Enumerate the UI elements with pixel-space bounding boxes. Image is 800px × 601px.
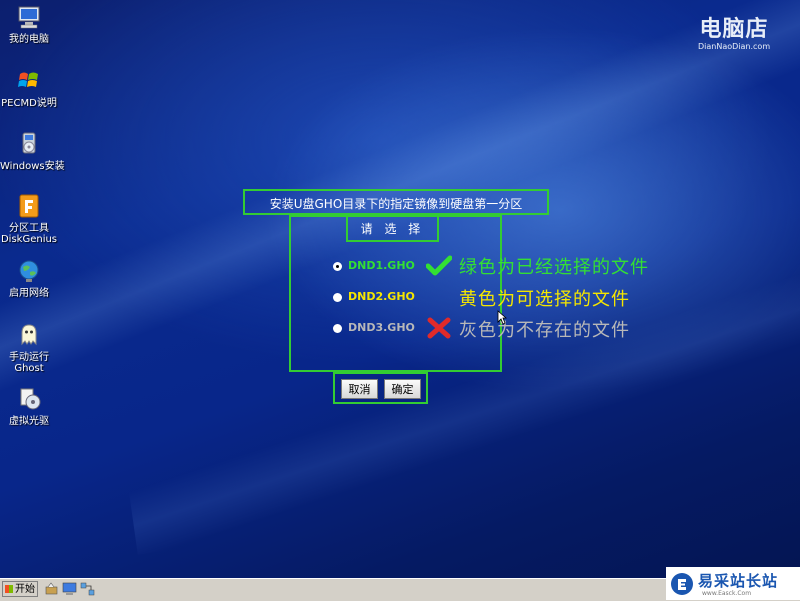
windows-logo-icon bbox=[5, 585, 13, 593]
desktop-icon-windows-install[interactable]: Windows安装 bbox=[0, 131, 65, 172]
quick-launch-computer-icon[interactable] bbox=[62, 582, 77, 596]
radio-selected-icon[interactable] bbox=[333, 261, 342, 271]
ok-button[interactable]: 确定 bbox=[384, 379, 421, 399]
legend-green: 绿色为已经选择的文件 bbox=[459, 257, 649, 278]
diskgenius-icon bbox=[19, 194, 39, 218]
desktop-icon-label: Windows安装 bbox=[0, 161, 65, 172]
desktop-icon-diskgenius[interactable]: 分区工具 DiskGenius bbox=[0, 193, 58, 245]
ghost-icon bbox=[21, 324, 37, 346]
site-watermark: 易采站长站 www.Easck.Com bbox=[666, 567, 800, 600]
cancel-button[interactable]: 取消 bbox=[341, 379, 378, 399]
desktop-icon-pecmd[interactable]: PECMD说明 bbox=[0, 68, 58, 109]
option-dnd2[interactable]: DND2.GHO bbox=[333, 290, 415, 304]
option-label: DND1.GHO bbox=[348, 259, 415, 272]
desktop-icon-my-computer[interactable]: 我的电脑 bbox=[0, 4, 58, 45]
dialog-title: 安装U盘GHO目录下的指定镜像到硬盘第一分区 bbox=[243, 189, 549, 215]
brand-url: DianNaoDian.com bbox=[698, 42, 771, 51]
windows-flag-icon bbox=[18, 72, 38, 87]
select-prompt: 请 选 择 bbox=[346, 215, 439, 242]
desktop-icon-label: 分区工具 bbox=[9, 223, 49, 234]
install-icon bbox=[22, 132, 36, 154]
desktop-icon-label-2: Ghost bbox=[14, 363, 44, 374]
option-dnd1[interactable]: DND1.GHO bbox=[333, 259, 415, 273]
desktop-icon-label-2: DiskGenius bbox=[0, 234, 58, 245]
desktop-icon-enable-network[interactable]: 启用网络 bbox=[0, 258, 58, 299]
buttons-frame: 取消 确定 bbox=[333, 372, 428, 404]
virtual-drive-icon bbox=[20, 388, 41, 410]
desktop-icon-label: 我的电脑 bbox=[9, 34, 49, 45]
start-button[interactable]: 开始 bbox=[2, 581, 38, 597]
radio-icon bbox=[333, 323, 342, 333]
start-label: 开始 bbox=[15, 584, 35, 595]
cross-icon bbox=[427, 317, 451, 339]
desktop-icon-label: 启用网络 bbox=[9, 288, 49, 299]
quick-launch-tool-icon[interactable] bbox=[44, 582, 59, 596]
legend-yellow: 黄色为可选择的文件 bbox=[459, 289, 630, 310]
network-globe-icon bbox=[19, 260, 39, 282]
option-label: DND3.GHO bbox=[348, 321, 415, 334]
computer-icon bbox=[18, 6, 40, 29]
check-icon bbox=[426, 255, 452, 276]
brand-name: 电脑店 bbox=[699, 17, 769, 42]
desktop-icon-label: PECMD说明 bbox=[1, 98, 57, 109]
quick-launch-network-icon[interactable] bbox=[80, 582, 95, 596]
desktop-icon-virtual-drive[interactable]: 虚拟光驱 bbox=[0, 386, 58, 427]
watermark-url: www.Easck.Com bbox=[702, 590, 752, 597]
watermark-text: 易采站长站 bbox=[698, 572, 779, 590]
radio-icon[interactable] bbox=[333, 292, 342, 302]
desktop-icon-label: 虚拟光驱 bbox=[9, 416, 49, 427]
mouse-cursor-icon bbox=[497, 310, 507, 325]
easck-logo-icon bbox=[671, 573, 693, 595]
desktop-icon-manual-ghost[interactable]: 手动运行 Ghost bbox=[0, 322, 58, 374]
desktop-icon-label: 手动运行 bbox=[9, 352, 49, 363]
legend-gray: 灰色为不存在的文件 bbox=[459, 320, 630, 341]
option-label: DND2.GHO bbox=[348, 290, 415, 303]
option-dnd3: DND3.GHO bbox=[333, 321, 415, 335]
brand-logo: 电脑店 DianNaoDian.com bbox=[698, 18, 770, 52]
